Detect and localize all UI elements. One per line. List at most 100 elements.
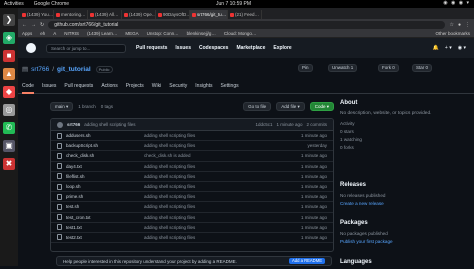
file-commit-message[interactable]: adding shell scripting files: [144, 174, 287, 179]
file-name[interactable]: check_disk.sh: [66, 153, 144, 158]
repo-tab[interactable]: Issues: [42, 83, 56, 94]
add-file-button[interactable]: Add file ▾: [276, 101, 305, 111]
browser-tab[interactable]: srt766/git_tu…: [190, 10, 228, 19]
branch-select[interactable]: main ▾: [50, 101, 74, 111]
bookmark-item[interactable]: (1439) Learn…: [87, 31, 117, 36]
file-name[interactable]: loop.sh: [66, 184, 144, 189]
table-row[interactable]: test1.txt adding shell scripting files 1 m…: [51, 223, 333, 233]
bookmark-item[interactable]: A: [53, 31, 56, 36]
file-commit-message[interactable]: adding shell scripting files: [144, 225, 287, 230]
repo-tab[interactable]: Projects: [126, 83, 144, 94]
repo-tab[interactable]: Settings: [221, 83, 239, 94]
table-row[interactable]: test.sh adding shell scripting files 1 min…: [51, 202, 333, 213]
bookmark-item[interactable]: blenkinsejj/g…: [187, 31, 216, 36]
repo-tab[interactable]: Code: [22, 83, 34, 94]
github-logo-icon[interactable]: [26, 43, 36, 53]
file-commit-message[interactable]: adding shell scripting files: [144, 235, 287, 240]
dock-app-icon[interactable]: ■: [3, 50, 15, 62]
bookmark-item[interactable]: Cloud: Mongo…: [224, 31, 257, 36]
dock-app-icon[interactable]: ✆: [3, 122, 15, 134]
github-nav-1[interactable]: Issues: [175, 45, 191, 51]
github-header-action[interactable]: 🔔: [433, 45, 439, 51]
repo-tab[interactable]: Wiki: [152, 83, 161, 94]
table-row[interactable]: backupScript.sh adding shell scripting fi…: [51, 141, 333, 152]
file-commit-message[interactable]: adding shell scripting files: [144, 164, 287, 169]
dock-app-icon[interactable]: ▲: [3, 68, 15, 80]
other-bookmarks[interactable]: Other bookmarks: [435, 31, 470, 36]
dock-app-icon[interactable]: ◆: [3, 86, 15, 98]
publish-package-link[interactable]: Publish your first package: [340, 238, 470, 246]
table-row[interactable]: day4.txt adding shell scripting files 1 mi…: [51, 162, 333, 172]
table-row[interactable]: fileflist.sh adding shell scripting files…: [51, 172, 333, 182]
github-nav-2[interactable]: Codespaces: [199, 45, 228, 51]
browser-tab[interactable]: 90DaysOfD…: [156, 10, 190, 19]
clock[interactable]: Jun 7 10:59 PM: [216, 1, 251, 7]
repo-tab[interactable]: Pull requests: [64, 83, 93, 94]
github-header-action[interactable]: ◉ ▾: [458, 45, 466, 51]
profile-icon[interactable]: ●: [458, 22, 461, 28]
github-nav-3[interactable]: Marketplace: [236, 45, 265, 51]
file-commit-message[interactable]: adding shell scripting files: [144, 184, 287, 189]
go-to-file-button[interactable]: Go to file: [243, 101, 272, 111]
file-name[interactable]: backupScript.sh: [66, 143, 144, 148]
table-row[interactable]: test_cron.txt adding shell scripting file…: [51, 213, 333, 223]
browser-tab[interactable]: (1439) Ope…: [122, 10, 156, 19]
bookmark-star-icon[interactable]: ☆: [449, 22, 453, 28]
dock-app-icon[interactable]: ▣: [3, 140, 15, 152]
repo-name[interactable]: git_tutorial: [57, 66, 91, 73]
commit-author[interactable]: srt766: [67, 122, 80, 127]
create-release-link[interactable]: Create a new release: [340, 200, 470, 208]
code-button[interactable]: Code ▾: [309, 101, 334, 111]
add-readme-button[interactable]: Add a README: [288, 258, 325, 264]
dock-app-icon[interactable]: ◎: [3, 104, 15, 116]
table-row[interactable]: prime.sh adding shell scripting files 1 mi…: [51, 192, 333, 203]
bookmark-item[interactable]: Apps: [22, 31, 32, 36]
tags-link[interactable]: 0 tags: [101, 104, 113, 109]
github-search-input[interactable]: Search or jump to...: [46, 43, 126, 53]
about-item[interactable]: Activity: [340, 120, 470, 128]
file-name[interactable]: fileflist.sh: [66, 174, 144, 179]
file-commit-message[interactable]: adding shell scripting files: [144, 143, 287, 148]
bookmark-item[interactable]: Unstop: Conn…: [147, 31, 179, 36]
bookmark-item[interactable]: eh: [40, 31, 45, 36]
file-name[interactable]: prime.sh: [66, 194, 144, 199]
file-commit-message[interactable]: adding shell scripting files: [144, 204, 287, 209]
browser-tab[interactable]: (21) Feed…: [228, 10, 262, 19]
star-button[interactable]: Star 0: [412, 64, 433, 72]
file-name[interactable]: test2.txt: [66, 235, 144, 240]
browser-tab[interactable]: (1439) You…: [20, 10, 54, 19]
releases-title[interactable]: Releases: [340, 182, 470, 188]
about-item[interactable]: 0 forks: [340, 144, 470, 152]
table-row[interactable]: test2.txt adding shell scripting files 1 m…: [51, 233, 333, 244]
packages-title[interactable]: Packages: [340, 220, 470, 226]
file-commit-message[interactable]: adding shell scripting files: [144, 194, 287, 199]
repo-tab[interactable]: Security: [169, 83, 187, 94]
unwatch-button[interactable]: Unwatch 1: [328, 64, 358, 72]
table-row[interactable]: check_disk.sh check_disk.sh is added 1 min…: [51, 151, 333, 162]
browser-tab[interactable]: mentoring…: [54, 10, 88, 19]
system-tray[interactable]: ◉ ◉ ◉ ▾: [443, 0, 470, 6]
file-name[interactable]: test_cron.txt: [66, 215, 144, 220]
pin-button[interactable]: Pin: [298, 64, 313, 72]
menu-icon[interactable]: ⋮: [465, 22, 470, 28]
repo-tab[interactable]: Insights: [195, 83, 212, 94]
file-name[interactable]: day4.txt: [66, 164, 144, 169]
file-name[interactable]: test1.txt: [66, 225, 144, 230]
file-commit-message[interactable]: adding shell scripting files: [144, 133, 287, 138]
branches-link[interactable]: 1 branch: [78, 104, 96, 109]
browser-tab[interactable]: (1439) All…: [88, 10, 122, 19]
dock-app-icon[interactable]: ◈: [3, 32, 15, 44]
dock-app-icon[interactable]: ❯: [3, 14, 15, 26]
forward-icon[interactable]: →: [31, 22, 36, 28]
file-commit-message[interactable]: check_disk.sh is added: [144, 153, 287, 158]
github-nav-0[interactable]: Pull requests: [136, 45, 167, 51]
about-item[interactable]: 0 stars: [340, 128, 470, 136]
repo-tab[interactable]: Actions: [101, 83, 117, 94]
dock-app-icon[interactable]: ✖: [3, 158, 15, 170]
back-icon[interactable]: ←: [22, 22, 27, 28]
commit-count[interactable]: 2 commits: [306, 122, 327, 127]
github-header-action[interactable]: + ▾: [445, 45, 452, 51]
file-name[interactable]: addusers.sh: [66, 133, 144, 138]
about-item[interactable]: 1 watching: [340, 136, 470, 144]
commit-sha[interactable]: 1ddc5c1: [255, 122, 272, 127]
